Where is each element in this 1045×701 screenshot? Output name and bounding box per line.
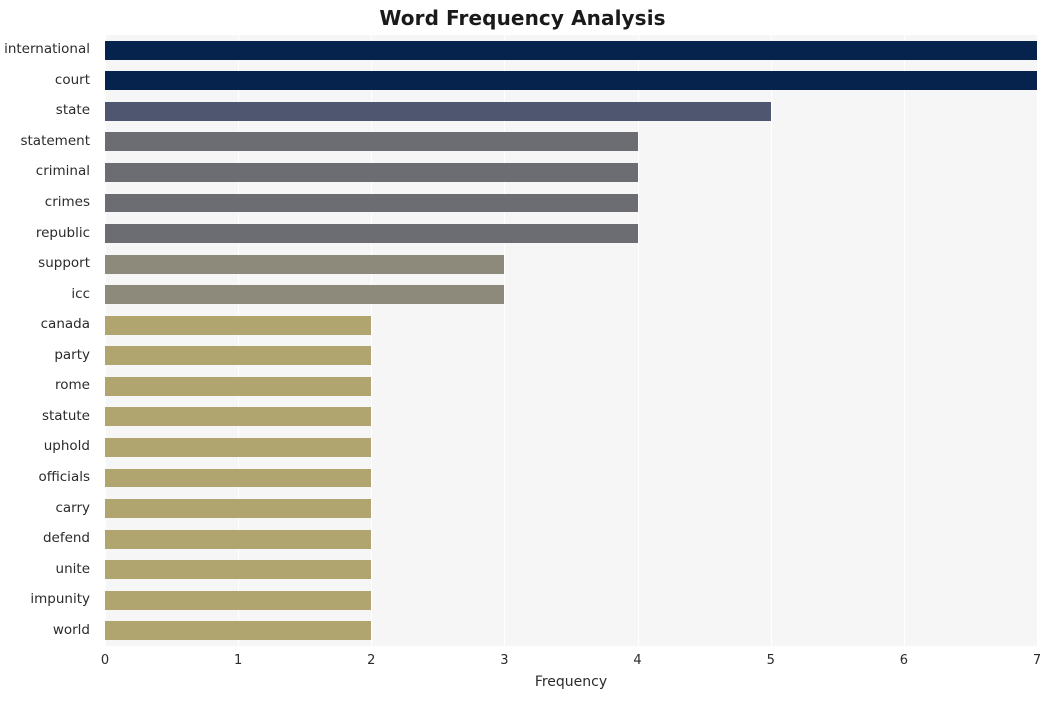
gridline-7 [1037,35,1038,646]
plot-area [105,35,1038,646]
x-tick-6: 6 [899,653,908,668]
bar-row [105,621,1037,641]
bar-court[interactable] [105,71,1037,91]
bar-carry[interactable] [105,499,372,518]
y-tick-international: international [4,41,90,58]
y-tick-unite: unite [55,560,90,577]
bar-row [105,254,1037,274]
chart-title: Word Frequency Analysis [379,6,666,30]
bar-state[interactable] [105,101,771,121]
bar-row [105,132,1037,152]
y-tick-republic: republic [35,224,90,241]
bar-support[interactable] [105,254,505,274]
bar-row [105,285,1037,305]
x-tick-1: 1 [234,653,243,668]
x-tick-4: 4 [633,653,642,668]
y-tick-icc: icc [71,285,90,302]
bar-row [105,40,1037,60]
bar-defend[interactable] [105,529,372,549]
bar-row [105,224,1037,244]
y-tick-statement: statement [20,132,90,149]
bar-republic[interactable] [105,224,638,244]
bar-statute[interactable] [105,407,372,427]
y-tick-criminal: criminal [35,163,90,180]
x-tick-5: 5 [766,653,775,668]
bar-row [105,346,1037,366]
y-tick-impunity: impunity [30,591,90,608]
y-tick-court: court [54,71,90,88]
bar-officials[interactable] [105,468,372,488]
bar-row [105,71,1037,91]
bar-impunity[interactable] [105,590,372,610]
bar-row [105,590,1037,610]
bar-world[interactable] [105,621,372,641]
bar-row [105,499,1037,518]
chart-figure: Word Frequency Analysis international cou… [0,0,1045,701]
y-tick-canada: canada [40,316,90,333]
y-tick-party: party [54,346,90,363]
bar-row [105,529,1037,549]
x-tick-0: 0 [100,653,110,668]
bar-statement[interactable] [105,132,638,152]
y-tick-crimes: crimes [44,194,90,211]
bar-canada[interactable] [105,315,372,335]
bar-row [105,163,1037,182]
y-tick-world: world [52,621,90,638]
y-tick-statute: statute [41,407,90,424]
bar-international[interactable] [105,40,1037,60]
bar-row [105,560,1037,580]
x-tick-2: 2 [367,653,376,668]
x-axis-label: Frequency [534,674,608,690]
bar-unite[interactable] [105,560,372,580]
bar-row [105,468,1037,488]
bar-row [105,315,1037,335]
bar-criminal[interactable] [105,163,638,182]
bar-crimes[interactable] [105,193,638,213]
bar-icc[interactable] [105,285,505,305]
bar-row [105,193,1037,213]
bar-row [105,101,1037,121]
x-tick-3: 3 [500,653,509,668]
y-tick-defend: defend [42,530,90,547]
x-axis-tick-labels: 0 1 2 3 4 5 6 7 [101,646,1041,676]
y-tick-uphold: uphold [43,438,90,455]
bar-row [105,407,1037,427]
x-tick-7: 7 [1032,653,1042,668]
y-tick-rome: rome [55,377,90,394]
bar-rome[interactable] [105,376,372,396]
y-tick-officials: officials [38,468,90,485]
bar-series [105,35,1037,646]
y-tick-carry: carry [55,499,90,516]
y-tick-state: state [55,102,90,119]
y-tick-support: support [38,255,90,272]
y-axis-tick-labels: international court state statement criminal… [0,35,99,646]
bar-uphold[interactable] [105,437,372,457]
bar-row [105,437,1037,457]
bar-party[interactable] [105,346,372,366]
bar-row [105,376,1037,396]
